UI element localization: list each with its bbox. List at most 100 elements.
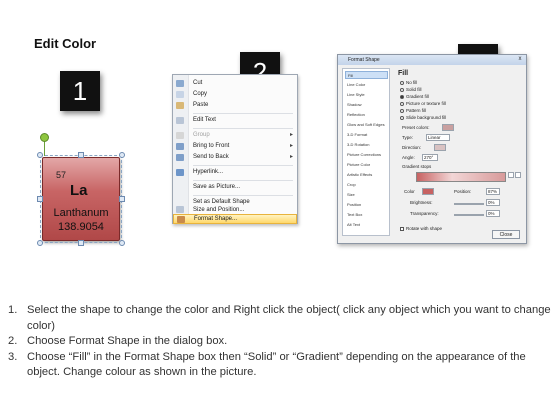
category-text-box[interactable]: Text Box bbox=[345, 211, 388, 219]
radio-label: Solid fill bbox=[406, 87, 422, 92]
color-picker[interactable] bbox=[422, 188, 434, 195]
page-title: Edit Color bbox=[34, 36, 97, 51]
transparency-label: Transparency: bbox=[410, 211, 439, 216]
rotation-handle-line bbox=[44, 140, 45, 156]
instruction-number: 1. bbox=[8, 304, 18, 316]
radio-label: Picture or texture fill bbox=[406, 101, 446, 106]
preset-colors-dropdown[interactable] bbox=[442, 124, 454, 131]
category-glow[interactable]: Glow and Soft Edges bbox=[345, 121, 388, 129]
category-position[interactable]: Position bbox=[345, 201, 388, 209]
radio-pattern-fill[interactable]: Pattern fill bbox=[400, 108, 426, 114]
rotation-handle[interactable] bbox=[40, 133, 49, 142]
color-label: Color bbox=[404, 189, 415, 194]
menu-item-hyperlink[interactable]: Hyperlink... bbox=[173, 167, 297, 178]
resize-handle[interactable] bbox=[78, 240, 84, 246]
menu-item-label: Hyperlink... bbox=[193, 169, 224, 175]
category-picture-corrections[interactable]: Picture Corrections bbox=[345, 151, 388, 159]
preset-colors-label: Preset colors: bbox=[402, 125, 430, 130]
submenu-arrow-icon: ▸ bbox=[289, 132, 293, 138]
menu-item-label: Cut bbox=[193, 80, 203, 86]
menu-item-label: Format Shape... bbox=[194, 216, 238, 222]
category-reflection[interactable]: Reflection bbox=[345, 111, 388, 119]
dialog-close-icon[interactable]: x bbox=[516, 56, 524, 63]
menu-separator bbox=[193, 165, 293, 166]
radio-gradient-fill[interactable]: Gradient fill bbox=[400, 94, 429, 100]
bring-front-icon bbox=[176, 143, 184, 150]
radio-picture-fill[interactable]: Picture or texture fill bbox=[400, 101, 446, 107]
menu-item-send-to-back[interactable]: Send to Back ▸ bbox=[173, 152, 297, 163]
resize-handle[interactable] bbox=[119, 152, 125, 158]
menu-separator bbox=[193, 128, 293, 129]
category-shadow[interactable]: Shadow bbox=[345, 101, 388, 109]
instruction-number: 3. bbox=[8, 350, 18, 363]
radio-icon bbox=[400, 80, 404, 85]
resize-handle[interactable] bbox=[119, 240, 125, 246]
radio-label: No fill bbox=[406, 80, 418, 85]
menu-item-paste[interactable]: Paste bbox=[173, 100, 297, 111]
menu-item-format-shape[interactable]: Format Shape... bbox=[173, 214, 297, 224]
instructions-list: 1. Select the shape to change the color … bbox=[8, 303, 553, 381]
brightness-label: Brightness: bbox=[410, 200, 433, 205]
resize-handle[interactable] bbox=[119, 196, 125, 202]
direction-dropdown[interactable] bbox=[434, 144, 446, 151]
category-fill[interactable]: Fill bbox=[345, 71, 388, 79]
position-input[interactable]: 87% bbox=[486, 188, 500, 195]
resize-handle[interactable] bbox=[37, 152, 43, 158]
group-icon bbox=[176, 132, 184, 139]
category-size[interactable]: Size bbox=[345, 191, 388, 199]
menu-item-label: Edit Text bbox=[193, 117, 216, 123]
element-number: 57 bbox=[56, 170, 67, 180]
radio-slide-background-fill[interactable]: Slide background fill bbox=[400, 115, 446, 121]
menu-separator bbox=[193, 113, 293, 114]
instruction-item: 1. Select the shape to change the color … bbox=[8, 303, 553, 334]
category-3d-rotation[interactable]: 3-D Rotation bbox=[345, 141, 388, 149]
transparency-slider[interactable] bbox=[454, 214, 484, 216]
category-3d-format[interactable]: 3-D Format bbox=[345, 131, 388, 139]
brightness-slider[interactable] bbox=[454, 203, 484, 205]
submenu-arrow-icon: ▸ bbox=[289, 154, 293, 160]
add-stop-icon[interactable] bbox=[508, 172, 514, 178]
category-picture-color[interactable]: Picture Color bbox=[345, 161, 388, 169]
brightness-input[interactable]: 0% bbox=[486, 199, 500, 206]
category-artistic-effects[interactable]: Artistic Effects bbox=[345, 171, 388, 179]
menu-item-bring-to-front[interactable]: Bring to Front ▸ bbox=[173, 141, 297, 152]
checkbox-icon bbox=[400, 226, 404, 231]
type-label: Type: bbox=[402, 135, 414, 140]
instruction-number: 2. bbox=[8, 335, 18, 347]
close-button[interactable]: Close bbox=[492, 230, 520, 239]
radio-icon bbox=[400, 115, 404, 120]
gradient-stops-label: Gradient stops bbox=[402, 164, 432, 169]
menu-item-group: Group ▸ bbox=[173, 130, 297, 141]
radio-label: Gradient fill bbox=[406, 94, 429, 99]
category-line-color[interactable]: Line Color bbox=[345, 81, 388, 89]
menu-item-label: Save as Picture... bbox=[193, 184, 241, 190]
element-name: Lanthanum bbox=[53, 207, 109, 219]
direction-label: Direction: bbox=[402, 145, 422, 150]
resize-handle[interactable] bbox=[37, 196, 43, 202]
size-icon bbox=[176, 206, 184, 213]
menu-item-save-as-picture[interactable]: Save as Picture... bbox=[173, 182, 297, 193]
send-back-icon bbox=[176, 154, 184, 161]
resize-handle[interactable] bbox=[78, 152, 84, 158]
instruction-text: Select the shape to change the color and… bbox=[27, 304, 551, 332]
radio-no-fill[interactable]: No fill bbox=[400, 80, 417, 86]
category-line-style[interactable]: Line Style bbox=[345, 91, 388, 99]
instruction-text: Choose Format Shape in the dialog box. bbox=[27, 335, 228, 347]
type-dropdown[interactable]: Linear bbox=[426, 134, 450, 141]
dialog-title: Format Shape bbox=[338, 55, 526, 65]
menu-item-label: Send to Back bbox=[193, 154, 229, 160]
rotate-with-shape-checkbox[interactable]: Rotate with shape bbox=[400, 226, 442, 231]
radio-label: Slide background fill bbox=[406, 115, 447, 120]
remove-stop-icon[interactable] bbox=[515, 172, 521, 178]
submenu-arrow-icon: ▸ bbox=[289, 143, 293, 149]
resize-handle[interactable] bbox=[37, 240, 43, 246]
angle-input[interactable]: 270° bbox=[422, 154, 438, 161]
menu-item-copy[interactable]: Copy bbox=[173, 89, 297, 100]
transparency-input[interactable]: 0% bbox=[486, 210, 500, 217]
category-crop[interactable]: Crop bbox=[345, 181, 388, 189]
radio-solid-fill[interactable]: Solid fill bbox=[400, 87, 422, 93]
category-alt-text[interactable]: Alt Text bbox=[345, 221, 388, 229]
menu-item-cut[interactable]: Cut bbox=[173, 78, 297, 89]
gradient-stops-bar[interactable] bbox=[416, 172, 506, 182]
menu-item-edit-text[interactable]: Edit Text bbox=[173, 115, 297, 126]
